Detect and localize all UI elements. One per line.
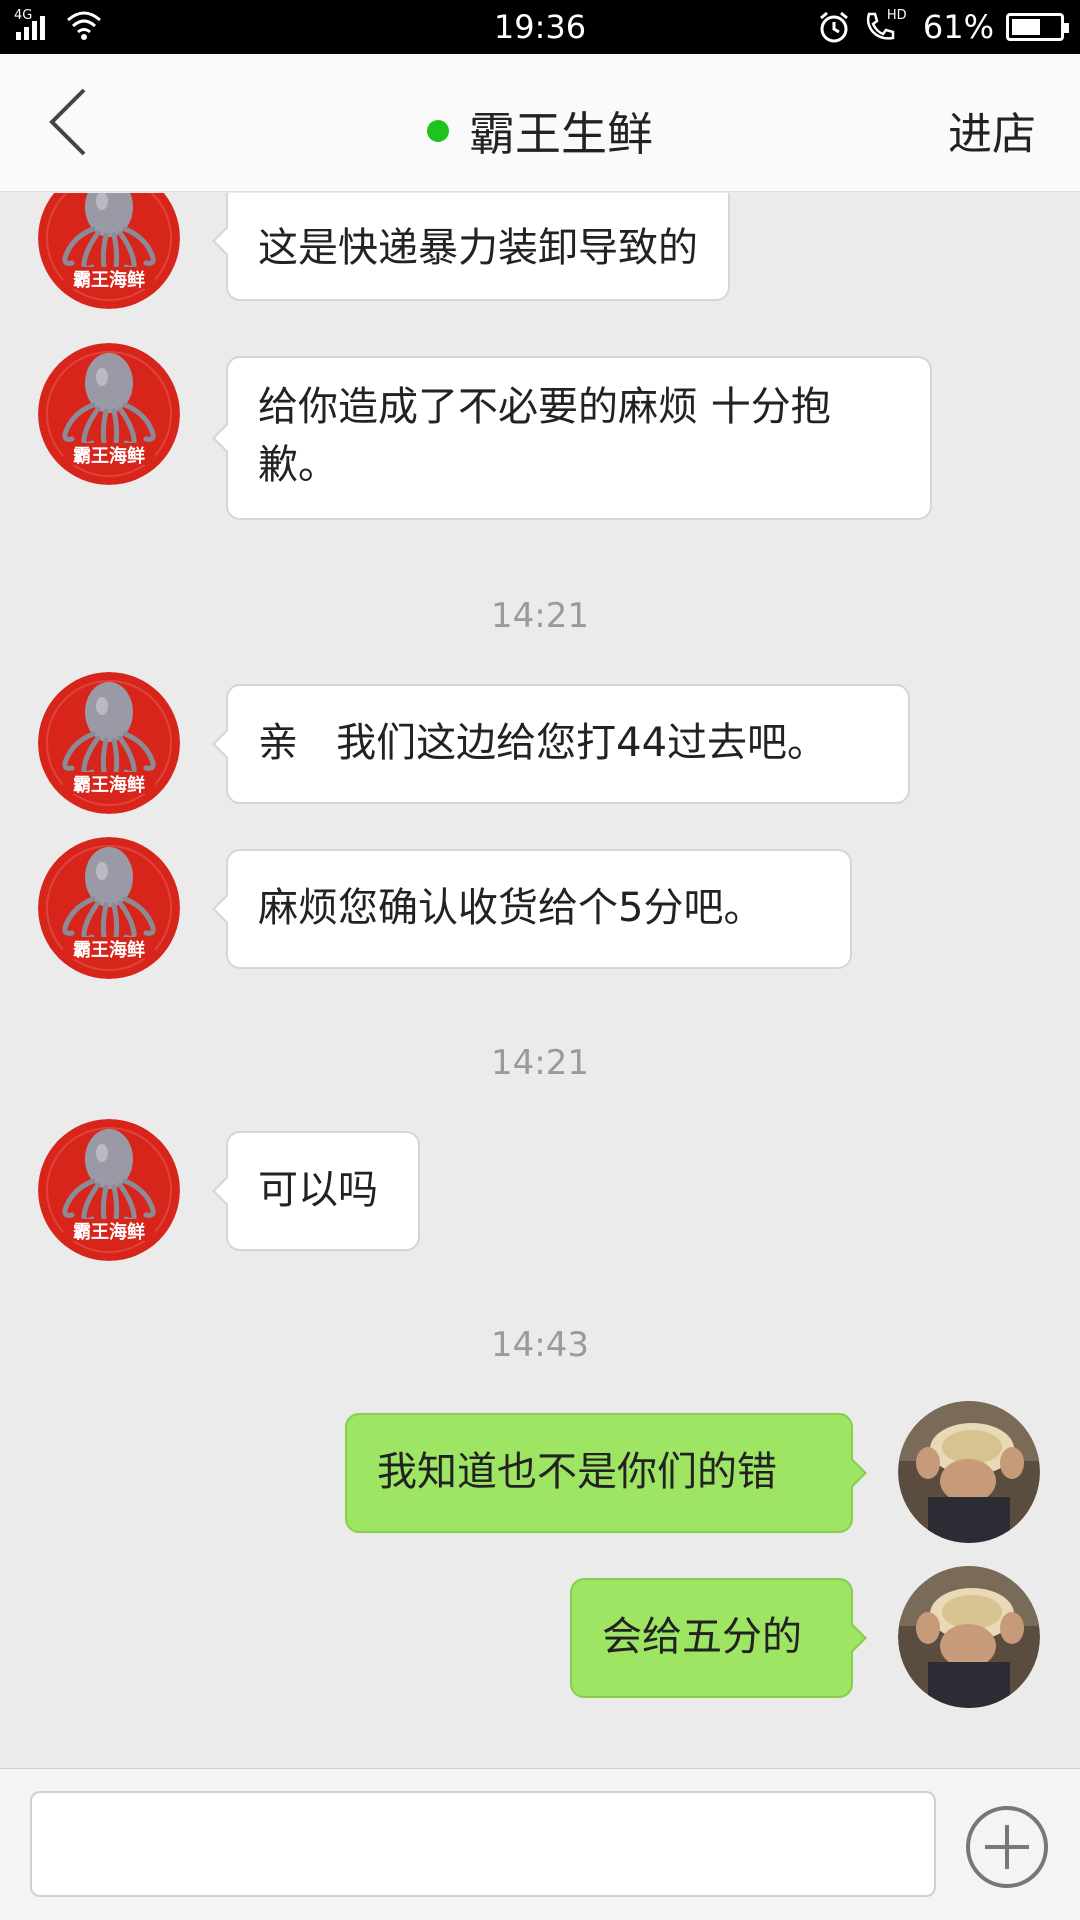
input-bar (0, 1768, 1080, 1920)
alarm-icon (819, 11, 848, 43)
message-bubble-incoming[interactable]: 亲 我们这边给您打44过去吧。 (212, 684, 910, 804)
battery-icon (1006, 13, 1069, 41)
message-timestamp: 14:21 (491, 596, 589, 636)
status-bar: 4G 19:36 HD 61% (0, 0, 1080, 54)
message-text: 亲 我们这边给您打44过去吧。 (258, 720, 828, 766)
shop-avatar[interactable]: 霸王海鲜 (38, 672, 180, 814)
hd-label: HD (886, 8, 907, 23)
hd-call-icon: HD (863, 8, 911, 44)
plus-circle-icon (966, 1806, 1048, 1888)
chat-title: 霸王生鲜 (469, 107, 653, 161)
message-text: 会给五分的 (602, 1614, 802, 1660)
message-timestamp: 14:43 (491, 1325, 589, 1365)
message-bubble-outgoing[interactable]: 我知道也不是你们的错 (345, 1413, 867, 1533)
message-text: 我知道也不是你们的错 (377, 1449, 777, 1495)
user-avatar[interactable] (898, 1401, 1040, 1543)
message-text: 麻烦您确认收货给个5分吧。 (258, 885, 764, 931)
shop-avatar[interactable]: 霸王海鲜 (38, 193, 180, 309)
chat-header: 霸王生鲜 进店 (0, 54, 1080, 192)
online-status-dot (427, 120, 449, 142)
message-bubble-outgoing[interactable]: 会给五分的 (570, 1578, 867, 1698)
message-text: 可以吗 (258, 1167, 378, 1213)
shop-avatar-label: 霸王海鲜 (73, 775, 145, 796)
message-list[interactable]: 霸王海鲜 这是快递暴力装卸导致的 霸王海鲜 给你造成了不必要的麻烦 十分抱歉。 … (0, 193, 1080, 1768)
enter-shop-link[interactable]: 进店 (948, 98, 1036, 162)
shop-avatar-label: 霸王海鲜 (73, 446, 145, 467)
shop-avatar[interactable]: 霸王海鲜 (38, 837, 180, 979)
more-actions-button[interactable] (965, 1805, 1049, 1889)
message-input[interactable] (30, 1791, 936, 1897)
message-timestamp: 14:21 (491, 1043, 589, 1083)
shop-avatar[interactable]: 霸王海鲜 (38, 1119, 180, 1261)
shop-avatar[interactable]: 霸王海鲜 (38, 343, 180, 485)
message-bubble-incoming[interactable]: 这是快递暴力装卸导致的 (212, 193, 730, 301)
shop-avatar-label: 霸王海鲜 (73, 270, 145, 291)
battery-fill (1012, 19, 1041, 35)
status-right: HD 61% (817, 8, 1069, 46)
message-bubble-incoming[interactable]: 麻烦您确认收货给个5分吧。 (212, 849, 852, 969)
message-bubble-incoming[interactable]: 可以吗 (212, 1131, 420, 1251)
shop-avatar-label: 霸王海鲜 (73, 1222, 145, 1243)
battery-percent: 61% (922, 8, 994, 46)
message-text: 这是快递暴力装卸导致的 (258, 225, 698, 271)
message-bubble-incoming[interactable]: 给你造成了不必要的麻烦 十分抱歉。 (212, 356, 932, 520)
shop-avatar-label: 霸王海鲜 (73, 940, 145, 961)
user-avatar[interactable] (898, 1566, 1040, 1708)
message-text: 给你造成了不必要的麻烦 十分抱歉。 (258, 384, 831, 488)
chat-title-wrap: 霸王生鲜 (0, 98, 1080, 164)
